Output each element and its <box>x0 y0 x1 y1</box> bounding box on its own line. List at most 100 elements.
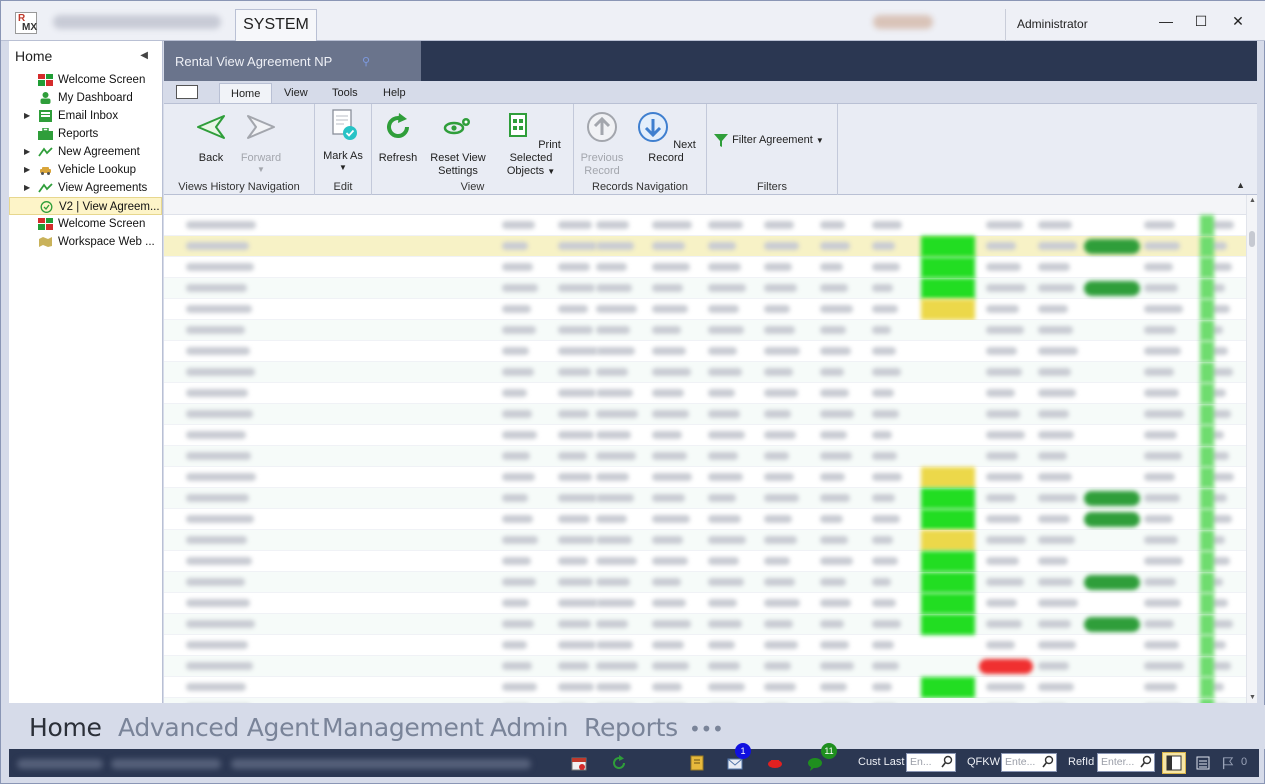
forward-button[interactable]: Forward ▼ <box>236 110 286 174</box>
minimize-button[interactable]: — <box>1155 11 1177 31</box>
scroll-down-icon[interactable]: ▼ <box>1247 694 1257 701</box>
calendar-icon[interactable] <box>571 755 587 771</box>
table-row[interactable] <box>164 530 1246 551</box>
table-row[interactable] <box>164 278 1246 299</box>
sidebar-item-v2-view-agreements[interactable]: V2 | View Agreem... <box>9 197 162 215</box>
vertical-scrollbar[interactable]: ▲ ▼ <box>1246 195 1257 703</box>
scroll-thumb[interactable] <box>1249 231 1255 247</box>
chat-status[interactable]: 11 <box>807 743 837 771</box>
status-color-cell <box>1200 572 1214 593</box>
phone-icon[interactable] <box>767 755 783 771</box>
search-icon[interactable] <box>1140 755 1152 769</box>
sidebar-item-vehicle-lookup[interactable]: ▶ Vehicle Lookup <box>9 161 162 179</box>
file-menu-icon[interactable] <box>176 85 198 99</box>
refid-label: RefId <box>1068 756 1095 768</box>
table-row[interactable] <box>164 299 1246 320</box>
nav-management[interactable]: Management <box>322 713 484 742</box>
blurred-cell-value <box>764 536 797 544</box>
expand-arrow-icon[interactable]: ▶ <box>24 143 30 161</box>
table-row[interactable] <box>164 698 1246 703</box>
nav-more-button[interactable]: ••• <box>689 717 724 741</box>
next-record-button[interactable]: Next Record <box>632 110 700 165</box>
sidebar-item-welcome-screen-2[interactable]: Welcome Screen <box>9 215 162 233</box>
tab-tools[interactable]: Tools <box>332 83 358 103</box>
layout-panel-button[interactable] <box>1162 752 1186 774</box>
blurred-cell-value <box>872 494 895 502</box>
close-button[interactable]: ✕ <box>1227 11 1249 31</box>
refresh-button[interactable]: Refresh <box>376 110 420 165</box>
pin-icon[interactable]: ⚲ <box>362 41 370 83</box>
table-row[interactable] <box>164 656 1246 677</box>
table-row[interactable] <box>164 320 1246 341</box>
refid-input[interactable]: Enter... <box>1097 753 1155 772</box>
collapse-sidebar-icon[interactable]: ◀ <box>140 41 148 71</box>
notes-icon[interactable] <box>689 755 705 771</box>
expand-arrow-icon[interactable]: ▶ <box>24 161 30 179</box>
blurred-cell-value <box>708 473 743 481</box>
title-bar: R MX SYSTEM Administrator — ☐ ✕ <box>1 1 1265 41</box>
sidebar-item-welcome-screen[interactable]: Welcome Screen <box>9 71 162 89</box>
tab-system[interactable]: SYSTEM <box>235 9 317 41</box>
user-name[interactable]: Administrator <box>1017 17 1088 31</box>
list-view-button[interactable] <box>1191 752 1215 774</box>
tab-view[interactable]: View <box>284 83 308 103</box>
refresh-icon <box>387 113 409 138</box>
blurred-cell-value <box>558 452 587 460</box>
filter-agreement-button[interactable]: Filter Agreement ▼ <box>713 132 833 148</box>
expand-arrow-icon[interactable]: ▶ <box>24 107 30 125</box>
table-row[interactable] <box>164 551 1246 572</box>
table-row[interactable] <box>164 509 1246 530</box>
dropdown-caret-icon: ▼ <box>339 163 347 172</box>
mail-status[interactable]: 1 <box>727 743 751 771</box>
table-row[interactable] <box>164 572 1246 593</box>
table-row[interactable] <box>164 635 1246 656</box>
table-row[interactable] <box>164 614 1246 635</box>
sidebar-item-view-agreements[interactable]: ▶ View Agreements <box>9 179 162 197</box>
nav-home[interactable]: Home <box>29 713 102 742</box>
tab-help[interactable]: Help <box>383 83 406 103</box>
blurred-cell-value <box>986 326 1024 334</box>
search-icon[interactable] <box>1042 755 1054 769</box>
sidebar-item-workspace-web[interactable]: Workspace Web ... <box>9 233 162 251</box>
print-selected-objects-button[interactable]: Print Selected Objects ▼ <box>494 110 568 178</box>
table-row[interactable] <box>164 215 1246 236</box>
blurred-cell-value <box>872 305 898 313</box>
nav-admin[interactable]: Admin <box>490 713 568 742</box>
table-row[interactable] <box>164 425 1246 446</box>
maximize-button[interactable]: ☐ <box>1190 11 1212 31</box>
collapse-ribbon-icon[interactable]: ▲ <box>1236 180 1245 190</box>
table-row[interactable] <box>164 236 1246 257</box>
document-tab[interactable]: Rental View Agreement NP ⚲ <box>164 41 421 81</box>
sidebar-item-new-agreement[interactable]: ▶ New Agreement <box>9 143 162 161</box>
table-row[interactable] <box>164 362 1246 383</box>
sidebar-item-my-dashboard[interactable]: My Dashboard <box>9 89 162 107</box>
refresh-icon[interactable] <box>611 755 627 771</box>
sidebar-item-email-inbox[interactable]: ▶ Email Inbox <box>9 107 162 125</box>
tab-home[interactable]: Home <box>219 83 273 103</box>
search-icon[interactable] <box>941 755 953 769</box>
table-row[interactable] <box>164 677 1246 698</box>
table-row[interactable] <box>164 467 1246 488</box>
qfkw-input[interactable]: Ente... <box>1001 753 1057 772</box>
blurred-cell-value <box>1038 431 1074 439</box>
flag-count-button[interactable]: 0 <box>1219 752 1255 774</box>
nav-reports[interactable]: Reports <box>584 713 678 742</box>
mark-as-button[interactable]: Mark As ▼ <box>319 108 367 172</box>
cust-last-input[interactable]: En... <box>906 753 956 772</box>
blurred-cell-value <box>986 242 1016 250</box>
table-row[interactable] <box>164 488 1246 509</box>
table-row[interactable] <box>164 446 1246 467</box>
table-row[interactable] <box>164 341 1246 362</box>
table-row[interactable] <box>164 383 1246 404</box>
table-row[interactable] <box>164 593 1246 614</box>
sidebar-item-reports[interactable]: Reports <box>9 125 162 143</box>
reset-view-settings-button[interactable]: Reset View Settings <box>426 110 490 178</box>
scroll-up-icon[interactable]: ▲ <box>1247 197 1257 204</box>
table-row[interactable] <box>164 404 1246 425</box>
nav-advanced-agent[interactable]: Advanced Agent <box>118 713 320 742</box>
previous-record-button[interactable]: Previous Record <box>578 110 626 178</box>
table-row[interactable] <box>164 257 1246 278</box>
expand-arrow-icon[interactable]: ▶ <box>24 179 30 197</box>
back-button[interactable]: Back <box>190 110 232 165</box>
agreements-grid[interactable]: ▲ ▼ <box>164 195 1257 703</box>
